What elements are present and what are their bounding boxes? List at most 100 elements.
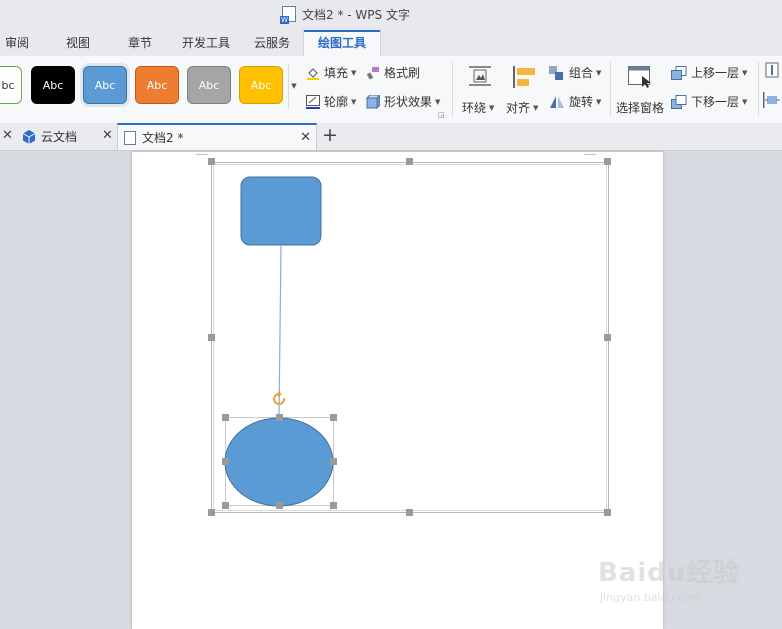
fill-label: 填充 (324, 66, 349, 80)
bring-forward-icon (671, 65, 687, 80)
style-swatch-label: Abc (250, 78, 272, 92)
ribbon: bc Abc Abc Abc Abc Abc ▼ 填充 ▼ 格式刷 轮廓 ▼ 形状效… (0, 56, 782, 124)
distribute-icon[interactable] (763, 92, 781, 108)
style-swatch-label: Abc (42, 78, 64, 92)
baidu-watermark: Baidu经验 jingyan.baidu.com (598, 552, 778, 612)
style-swatch-white[interactable]: bc (0, 66, 22, 104)
outline-pen-icon (306, 94, 320, 109)
style-swatch-label: bc (1, 78, 15, 92)
tab-review[interactable]: 审阅 (5, 34, 29, 51)
style-swatch-label: Abc (198, 78, 220, 92)
wrap-label: 环绕 (462, 101, 487, 115)
bring-forward-label: 上移一层 (691, 66, 740, 80)
ellipse-resize-handle[interactable] (330, 502, 337, 509)
outline-label: 轮廓 (324, 95, 349, 109)
text-direction-icon[interactable] (765, 62, 781, 78)
watermark-logo: Baidu经验 (598, 558, 741, 588)
align-button[interactable]: 对齐 ▼ (506, 64, 542, 116)
style-swatch-label: Abc (146, 78, 168, 92)
chevron-down-icon: ▼ (742, 97, 748, 106)
ribbon-separator (758, 62, 759, 116)
outline-button[interactable]: 轮廓 ▼ (306, 93, 356, 110)
format-painter-button[interactable]: 格式刷 (366, 64, 420, 81)
connector-line[interactable] (278, 245, 282, 418)
chevron-down-icon: ▼ (533, 103, 539, 112)
close-icon[interactable]: ✕ (300, 130, 311, 145)
chevron-down-icon: ▼ (351, 68, 357, 77)
shapes-layer (224, 176, 334, 507)
rotate-label: 旋转 (569, 95, 594, 109)
align-label-group: 对齐 ▼ (506, 99, 538, 116)
align-icon (513, 66, 537, 88)
close-icon[interactable]: ✕ (102, 128, 113, 143)
style-swatch-blue[interactable]: Abc (83, 66, 127, 104)
selection-pane-icon (628, 66, 652, 88)
wrap-button[interactable]: 环绕 ▼ (462, 64, 498, 116)
send-backward-button[interactable]: 下移一层 ▼ (671, 93, 747, 110)
doc-tab-document2[interactable]: 文档2 * ✕ (117, 123, 317, 150)
document-icon (280, 6, 296, 24)
tab-view[interactable]: 视图 (66, 34, 90, 51)
format-painter-label: 格式刷 (384, 66, 421, 80)
document-page[interactable] (132, 152, 663, 629)
ellipse-resize-handle[interactable] (222, 502, 229, 509)
style-swatch-black[interactable]: Abc (31, 66, 75, 104)
document-tab-bar: ✕ 云文档 ✕ 文档2 * ✕ + (0, 123, 782, 151)
ellipse-resize-handle[interactable] (276, 502, 283, 509)
tab-cloud-service[interactable]: 云服务 (254, 34, 290, 51)
selection-pane-button[interactable]: 选择窗格 (614, 64, 666, 116)
style-gallery-more-button[interactable]: ▼ (288, 64, 299, 108)
dialog-launcher-icon[interactable]: ◲ (438, 111, 445, 119)
chevron-down-icon: ▼ (596, 97, 602, 106)
ellipse-resize-handle[interactable] (222, 458, 229, 465)
group-label: 组合 (569, 66, 594, 80)
wrap-label-group: 环绕 ▼ (462, 99, 494, 116)
tab-chapter[interactable]: 章节 (128, 34, 152, 51)
style-swatch-label: Abc (94, 78, 116, 92)
ellipse-resize-handle[interactable] (330, 458, 337, 465)
send-backward-icon (671, 94, 687, 109)
group-icon (549, 65, 565, 80)
chevron-down-icon: ▼ (596, 68, 602, 77)
tab-developer-tools[interactable]: 开发工具 (182, 34, 230, 51)
fill-button[interactable]: 填充 ▼ (306, 64, 356, 81)
chevron-down-icon: ▼ (291, 82, 297, 90)
chevron-down-icon: ▼ (435, 97, 441, 106)
shape-effect-button[interactable]: 形状效果 ▼ (365, 93, 441, 110)
menu-tab-row: 审阅 视图 章节 开发工具 云服务 绘图工具 (0, 28, 782, 57)
style-swatch-orange[interactable]: Abc (135, 66, 179, 104)
window-title: 文档2 * - WPS 文字 (302, 7, 410, 22)
selection-pane-label: 选择窗格 (616, 101, 665, 115)
ellipse-resize-handle[interactable] (276, 414, 283, 421)
window-title-group: 文档2 * - WPS 文字 (280, 5, 410, 24)
style-swatch-gold[interactable]: Abc (239, 66, 283, 104)
ellipse-resize-handle[interactable] (222, 414, 229, 421)
chevron-down-icon: ▼ (351, 97, 357, 106)
format-painter-icon (366, 66, 380, 80)
ellipse-resize-handle[interactable] (330, 414, 337, 421)
watermark-url: jingyan.baidu.com (600, 591, 702, 604)
chevron-down-icon: ▼ (489, 103, 495, 112)
rounded-rectangle-shape[interactable] (240, 176, 322, 246)
group-button[interactable]: 组合 ▼ (549, 64, 601, 81)
paint-bucket-icon (306, 66, 320, 80)
close-icon[interactable]: ✕ (2, 128, 13, 143)
align-label: 对齐 (506, 101, 531, 115)
ribbon-separator (452, 62, 453, 116)
text-wrap-icon (469, 66, 491, 86)
send-backward-label: 下移一层 (691, 95, 740, 109)
rotate-icon (549, 95, 565, 109)
title-bar: 文档2 * - WPS 文字 (0, 0, 782, 28)
doc-tab-label: 云文档 (41, 130, 78, 144)
ellipse-shape[interactable] (224, 417, 334, 507)
doc-tab-label: 文档2 * (142, 131, 184, 145)
document-icon (124, 130, 136, 145)
tab-drawing-tools[interactable]: 绘图工具 (303, 30, 382, 56)
rotate-button[interactable]: 旋转 ▼ (549, 93, 601, 110)
ribbon-separator (610, 62, 611, 116)
shape-effect-icon (365, 93, 382, 109)
doc-tab-cloud-docs[interactable]: 云文档 (22, 123, 77, 150)
new-tab-plus-icon[interactable]: + (322, 124, 338, 146)
bring-forward-button[interactable]: 上移一层 ▼ (671, 64, 747, 81)
style-swatch-gray[interactable]: Abc (187, 66, 231, 104)
